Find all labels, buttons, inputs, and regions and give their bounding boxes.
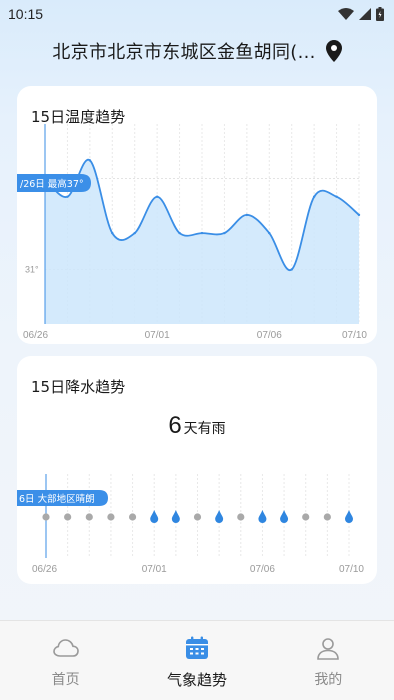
dry-day-dot (302, 513, 310, 521)
temperature-point (268, 231, 271, 235)
bottom-nav: 首页 气象趋势 我的 (0, 620, 394, 700)
dry-day-dot (128, 513, 137, 521)
raindrop-icon (258, 510, 267, 523)
location-header[interactable]: 北京市北京市东城区金鱼胡同(... (0, 36, 394, 66)
location-pin-icon[interactable] (325, 40, 342, 62)
temp-tooltip: /26日 最高37° (17, 174, 91, 192)
dry-day-dot (85, 513, 93, 521)
temp-x-tick-label: 07/06 (257, 330, 282, 341)
temp-tooltip-text: /26日 最高37° (20, 178, 84, 190)
dry-day-dot (323, 513, 331, 521)
calendar-icon (184, 635, 210, 661)
raindrop-icon (150, 510, 159, 523)
dry-day-dot (237, 513, 245, 521)
dry-day-dot (107, 513, 115, 521)
cloud-icon (52, 635, 79, 661)
status-time: 10:15 (8, 6, 44, 22)
temperature-point (111, 231, 114, 235)
status-icons (338, 7, 384, 21)
temperature-trend-card: 15日温度趋势 36°31°06/2607/0107/0607/10/26日 最… (17, 86, 377, 344)
nav-home[interactable]: 首页 (0, 621, 131, 700)
battery-icon (376, 7, 384, 21)
temperature-chart[interactable]: 36°31°06/2607/0107/0607/10/26日 最高37° (17, 86, 377, 344)
nav-home-label: 首页 (51, 672, 80, 688)
temp-x-tick-label: 06/26 (23, 330, 48, 341)
temperature-point (133, 231, 136, 235)
wifi-icon (338, 8, 354, 20)
location-text[interactable]: 北京市北京市东城区金鱼胡同(... (52, 38, 315, 64)
temperature-point (312, 195, 316, 198)
precipitation-chart[interactable]: 06/26 07/01 07/06 07/10 6日 大部地区晴朗 (17, 356, 377, 584)
rain-x-tick-label: 07/01 (142, 564, 167, 575)
raindrop-icon (171, 510, 180, 523)
signal-icon (359, 8, 371, 20)
precipitation-trend-card: 15日降水趋势 6 天有雨 06/26 07/01 07/06 07/10 6日 大部地区… (17, 356, 377, 584)
dry-day-dot (193, 513, 202, 521)
temperature-point (200, 231, 204, 235)
nav-weather-trend[interactable]: 气象趋势 (131, 621, 262, 700)
temp-x-tick-label: 07/10 (342, 330, 367, 341)
raindrop-icon (215, 510, 224, 523)
dry-day-dot (64, 513, 72, 521)
user-icon (315, 635, 341, 661)
dry-day-dot (42, 513, 50, 521)
status-bar: 10:15 (0, 0, 394, 28)
temp-y-tick-label: 31° (25, 264, 39, 274)
temperature-point (178, 231, 181, 235)
temperature-point (155, 195, 159, 198)
nav-weather-trend-label: 气象趋势 (166, 671, 227, 689)
rain-x-tick-label: 06/26 (32, 564, 57, 575)
nav-mine[interactable]: 我的 (263, 621, 394, 700)
temp-x-tick-label: 07/01 (145, 330, 170, 341)
rain-tooltip: 6日 大部地区晴朗 (17, 490, 108, 506)
raindrop-icon (345, 510, 353, 523)
temperature-point (335, 195, 338, 198)
nav-mine-label: 我的 (314, 672, 343, 688)
temperature-point (245, 213, 249, 217)
rain-x-tick-label: 07/10 (339, 564, 364, 575)
temperature-point (88, 159, 92, 162)
rain-x-tick-label: 07/06 (250, 564, 275, 575)
temperature-point (357, 213, 361, 217)
rain-tooltip-text: 6日 大部地区晴朗 (19, 493, 95, 505)
temperature-point (223, 231, 226, 235)
temperature-point (290, 268, 293, 271)
temperature-point (66, 195, 69, 198)
raindrop-icon (280, 510, 289, 523)
